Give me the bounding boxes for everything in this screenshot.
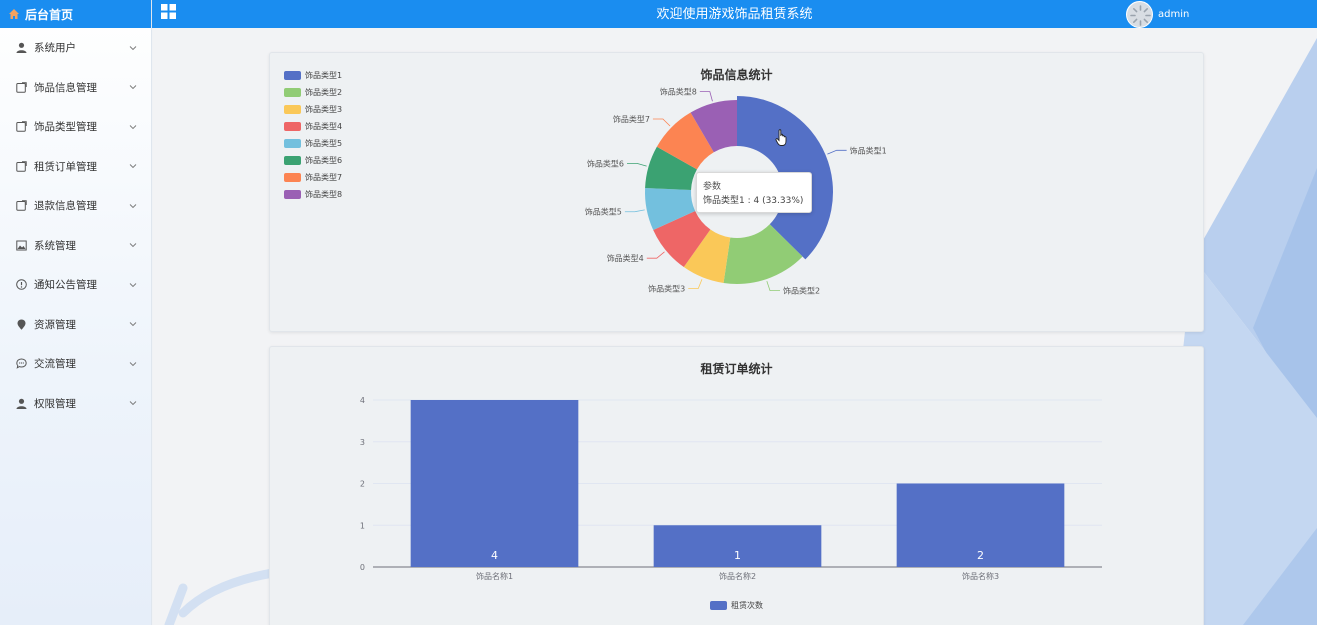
pie-label-line bbox=[624, 209, 645, 213]
pie-slice-label: 饰品类型6 bbox=[587, 158, 624, 168]
edit-icon bbox=[16, 200, 27, 212]
pie-slice-label: 饰品类型2 bbox=[783, 286, 820, 296]
sidebar-item-label: 权限管理 bbox=[34, 397, 76, 410]
sidebar-item-label: 资源管理 bbox=[34, 318, 76, 331]
picture-icon bbox=[16, 240, 27, 251]
sidebar-item-2[interactable]: 饰品信息管理 bbox=[0, 68, 151, 108]
sidebar-item-10[interactable]: 权限管理 bbox=[0, 384, 151, 424]
sidebar-item-1[interactable]: 系统用户 bbox=[0, 28, 151, 68]
sidebar-item-label: 系统用户 bbox=[34, 42, 76, 55]
bar-chart-card: 租赁订单统计 0 1 2 3 4 4 饰品名称1 1 饰品名称2 2 饰品名称3 租赁次数 bbox=[269, 346, 1204, 625]
sidebar-item-label: 通知公告管理 bbox=[34, 279, 97, 292]
sidebar-brand-label: 后台首页 bbox=[25, 7, 74, 22]
sidebar-item-label: 租赁订单管理 bbox=[34, 160, 97, 173]
chevron-down-icon bbox=[129, 401, 137, 406]
user-icon bbox=[16, 42, 27, 54]
pie-label-line bbox=[646, 251, 665, 259]
pie-label-line bbox=[652, 118, 671, 127]
chevron-down-icon bbox=[129, 361, 137, 366]
info-icon bbox=[16, 279, 27, 291]
location-icon bbox=[17, 319, 26, 330]
x-tick-label: 饰品名称1 bbox=[476, 571, 513, 581]
edit-icon bbox=[16, 121, 27, 133]
pie-slice-label: 饰品类型7 bbox=[613, 114, 650, 124]
avatar[interactable] bbox=[1126, 0, 1153, 28]
grid-menu-icon[interactable] bbox=[161, 4, 176, 19]
sidebar-item-label: 饰品信息管理 bbox=[34, 81, 97, 94]
top-header: 欢迎使用游戏饰品租赁系统 admin bbox=[152, 0, 1317, 28]
bar-legend: 租赁次数 bbox=[710, 600, 763, 611]
bar-legend-swatch bbox=[710, 601, 727, 610]
pie-label-line bbox=[827, 149, 847, 155]
sidebar-item-label: 退款信息管理 bbox=[34, 200, 97, 213]
sidebar-item-8[interactable]: 资源管理 bbox=[0, 305, 151, 345]
tooltip-text: 饰品类型1 : 4 (33.33%) bbox=[703, 196, 804, 206]
sidebar: 后台首页 系统用户饰品信息管理 饰品类型管理 租赁订单管理 退款信息管理 系统管理通知公… bbox=[0, 0, 152, 625]
bar-legend-label: 租赁次数 bbox=[731, 601, 763, 610]
tooltip-title: 参数 bbox=[703, 182, 722, 192]
pie-slice-label: 饰品类型1 bbox=[850, 145, 887, 155]
y-tick-label: 1 bbox=[360, 521, 365, 530]
username[interactable]: admin bbox=[1158, 9, 1189, 20]
main-content: 饰品信息统计 饰品类型1 饰品类型2 饰品类型3 饰品类型4 饰品类型5 饰品类型6 饰品类… bbox=[153, 28, 1317, 625]
sidebar-item-3[interactable]: 饰品类型管理 bbox=[0, 107, 151, 147]
x-tick-label: 饰品名称3 bbox=[962, 571, 999, 581]
chevron-down-icon bbox=[129, 322, 137, 327]
sidebar-item-7[interactable]: 通知公告管理 bbox=[0, 265, 151, 305]
chat-icon bbox=[16, 358, 27, 370]
bar-value-label: 4 bbox=[491, 549, 498, 562]
chevron-down-icon bbox=[129, 203, 137, 208]
y-tick-label: 3 bbox=[360, 438, 365, 447]
pie-tooltip: 参数 饰品类型1 : 4 (33.33%) bbox=[696, 172, 812, 213]
chevron-down-icon bbox=[129, 243, 137, 248]
chevron-down-icon bbox=[129, 282, 137, 287]
sidebar-item-label: 饰品类型管理 bbox=[34, 121, 97, 134]
edit-icon bbox=[16, 161, 27, 172]
pie-slice-label: 饰品类型3 bbox=[648, 284, 685, 294]
sidebar-menu: 系统用户饰品信息管理 饰品类型管理 租赁订单管理 退款信息管理 系统管理通知公告管理 资源… bbox=[0, 28, 151, 423]
user-menu[interactable]: admin bbox=[1126, 0, 1189, 28]
bar-value-label: 2 bbox=[977, 549, 984, 562]
pie-label-line bbox=[627, 162, 647, 167]
bar[interactable] bbox=[410, 400, 579, 567]
home-icon bbox=[9, 9, 19, 19]
pie-label-line bbox=[699, 91, 713, 102]
pie-slice-label: 饰品类型5 bbox=[585, 207, 622, 217]
bar-chart: 0 1 2 3 4 4 饰品名称1 1 饰品名称2 2 饰品名称3 bbox=[360, 396, 1102, 581]
x-tick-label: 饰品名称2 bbox=[719, 571, 756, 581]
avatar-loading-icon bbox=[1127, 1, 1152, 27]
sidebar-item-9[interactable]: 交流管理 bbox=[0, 344, 151, 384]
chevron-down-icon bbox=[129, 45, 137, 50]
pie-label-line bbox=[766, 281, 781, 292]
pie-chart-card: 饰品信息统计 饰品类型1 饰品类型2 饰品类型3 饰品类型4 饰品类型5 饰品类型6 饰品类… bbox=[269, 52, 1204, 332]
sidebar-item-6[interactable]: 系统管理 bbox=[0, 226, 151, 266]
sidebar-item-4[interactable]: 租赁订单管理 bbox=[0, 147, 151, 187]
hand-cursor-icon bbox=[775, 129, 787, 146]
sidebar-item-5[interactable]: 退款信息管理 bbox=[0, 186, 151, 226]
pie-label-line bbox=[688, 279, 703, 289]
chevron-down-icon bbox=[129, 164, 137, 169]
sidebar-item-label: 系统管理 bbox=[34, 239, 76, 252]
chevron-down-icon bbox=[129, 85, 137, 90]
pie-slice-label: 饰品类型8 bbox=[660, 87, 697, 97]
bar-value-label: 1 bbox=[734, 549, 741, 562]
y-tick-label: 4 bbox=[360, 396, 365, 405]
sidebar-brand[interactable]: 后台首页 bbox=[0, 0, 151, 28]
user-icon bbox=[16, 398, 27, 409]
edit-icon bbox=[16, 82, 27, 93]
y-tick-label: 0 bbox=[360, 563, 365, 572]
sidebar-item-label: 交流管理 bbox=[34, 358, 76, 371]
chevron-down-icon bbox=[129, 124, 137, 129]
y-tick-label: 2 bbox=[360, 480, 365, 489]
pie-slice-label: 饰品类型4 bbox=[607, 253, 644, 263]
